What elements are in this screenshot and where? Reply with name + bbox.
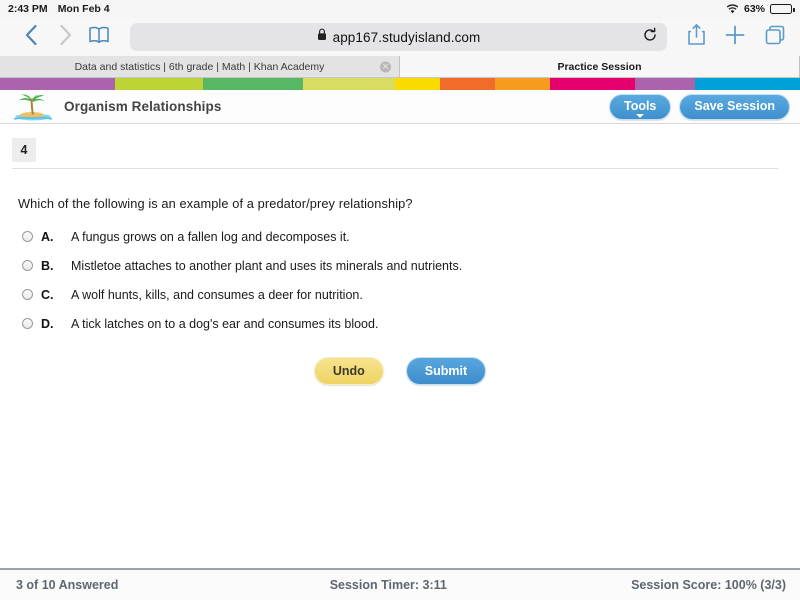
caret-down-icon [636,113,645,118]
choice-letter: D. [41,316,54,331]
status-bar-left: 2:43 PM Mon Feb 4 [8,3,110,15]
answered-count: 3 of 10 Answered [16,578,119,592]
share-icon [687,24,706,50]
reload-icon [642,27,658,48]
plus-icon [724,25,746,50]
tab-title: Practice Session [557,60,642,73]
choice-letter: B. [41,258,54,273]
radio-button[interactable] [22,318,33,329]
choice-letter: A. [41,229,54,244]
question-number-row: 4 [0,138,800,169]
safari-tab-bar: Data and statistics | 6th grade | Math |… [0,56,800,78]
stripe-segment-1 [115,78,203,90]
stripe-segment-5 [440,78,495,90]
question-number: 4 [12,138,36,162]
palm-tree-island-logo [10,92,56,122]
session-score: Session Score: 100% (3/3) [631,578,786,592]
answer-choice[interactable]: B. Mistletoe attaches to another plant an… [22,251,722,280]
choice-text: A tick latches on to a dog's ear and con… [71,316,379,331]
stripe-segment-6 [495,78,550,90]
battery-icon [770,4,795,14]
tabs-icon [764,25,786,50]
question-prompt: Which of the following is an example of … [18,196,413,211]
forward-button[interactable] [48,22,82,52]
save-session-button[interactable]: Save Session [679,93,790,120]
share-button[interactable] [687,23,706,51]
undo-button[interactable]: Undo [313,357,384,385]
battery-percent-label: 63% [743,3,765,15]
tools-button-label: Tools [623,98,657,113]
wifi-icon [726,4,739,14]
stripe-segment-9 [695,78,800,90]
content-divider [12,168,778,169]
stripe-segment-2 [203,78,303,90]
answer-choice[interactable]: A. A fungus grows on a fallen log and dec… [22,222,722,251]
browser-tab-practice-session[interactable]: Practice Session [400,56,800,77]
choice-text: Mistletoe attaches to another plant and … [71,258,463,273]
lock-icon [317,28,327,46]
close-icon[interactable]: ✕ [380,61,391,72]
choice-text: A fungus grows on a fallen log and decom… [71,229,350,244]
tabs-overview-button[interactable] [764,24,786,51]
stripe-segment-0 [0,78,115,90]
book-icon [88,25,110,50]
answer-choice[interactable]: D. A tick latches on to a dog's ear and c… [22,309,722,338]
chevron-left-icon [24,24,39,51]
address-bar[interactable]: app167.studyisland.com [130,23,667,51]
radio-button[interactable] [22,289,33,300]
browser-tab-khan-academy[interactable]: Data and statistics | 6th grade | Math |… [0,56,400,77]
topic-color-stripe [0,78,800,90]
radio-button[interactable] [22,260,33,271]
app-header: Organism Relationships Tools Save Sessio… [0,90,800,124]
ios-status-bar: 2:43 PM Mon Feb 4 63% [0,0,800,18]
status-bar-right: 63% [726,3,795,15]
question-action-buttons: Undo Submit [0,357,800,385]
bookmarks-button[interactable] [82,22,116,52]
answer-choices-list: A. A fungus grows on a fallen log and dec… [22,222,722,338]
header-actions: Tools Save Session [608,93,790,120]
back-button[interactable] [14,22,48,52]
page-title: Organism Relationships [64,99,222,114]
status-bar-date: Mon Feb 4 [57,3,110,15]
tab-title: Data and statistics | 6th grade | Math |… [74,60,325,73]
stripe-segment-4 [395,78,440,90]
stripe-segment-3 [303,78,395,90]
radio-button[interactable] [22,231,33,242]
session-timer: Session Timer: 3:11 [329,578,447,592]
question-content-area: 4 Which of the following is an example o… [0,138,800,570]
stripe-segment-8 [635,78,695,90]
url-text: app167.studyisland.com [332,29,481,45]
save-session-label: Save Session [694,98,775,113]
choice-letter: C. [41,287,54,302]
address-bar-content: app167.studyisland.com [317,28,481,46]
safari-toolbar: app167.studyisland.com [0,18,800,56]
reload-button[interactable] [641,27,659,48]
tools-button[interactable]: Tools [608,93,672,120]
chevron-right-icon [58,24,73,51]
answer-choice[interactable]: C. A wolf hunts, kills, and consumes a de… [22,280,722,309]
status-bar-time: 2:43 PM [8,3,48,15]
choice-text: A wolf hunts, kills, and consumes a deer… [71,287,363,302]
toolbar-right-actions [681,23,786,51]
stripe-segment-7 [550,78,635,90]
session-status-bar: 3 of 10 Answered Session Timer: 3:11 Ses… [0,568,800,600]
ipad-safari-window: 2:43 PM Mon Feb 4 63% app167.studyisland… [0,0,800,600]
new-tab-button[interactable] [724,24,746,51]
submit-button[interactable]: Submit [405,357,487,385]
